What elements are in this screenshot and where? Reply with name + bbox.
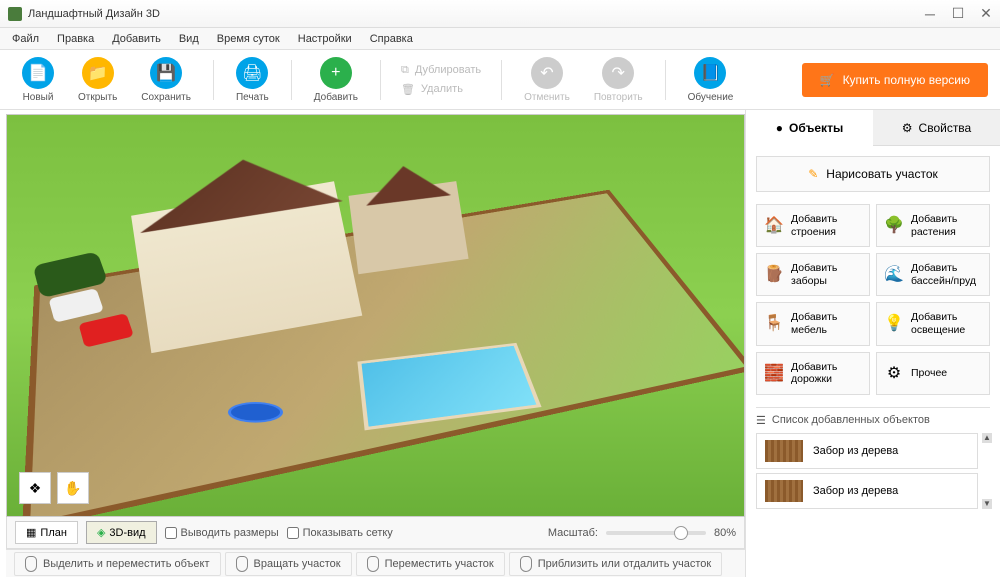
scroll-down-icon[interactable]: ▼: [982, 499, 992, 509]
draw-plot-button[interactable]: ✎Нарисовать участок: [756, 156, 990, 192]
scale-label: Масштаб:: [548, 527, 598, 539]
lamp-icon: 💡: [883, 313, 905, 335]
select-tool[interactable]: Выделить и переместить объект: [14, 552, 221, 576]
list-item[interactable]: Забор из дерева: [756, 473, 978, 509]
redo-button[interactable]: ↷ Повторить: [584, 53, 653, 107]
list-item[interactable]: Забор из дерева: [756, 433, 978, 469]
redo-icon: ↷: [602, 57, 634, 89]
fence-thumbnail: [765, 440, 803, 462]
maximize-button[interactable]: ☐: [952, 8, 964, 20]
pencil-icon: ✎: [808, 167, 818, 181]
view-options-bar: ▦План ◈3D-вид Выводить размеры Показыват…: [6, 517, 745, 549]
menu-help[interactable]: Справка: [362, 30, 421, 48]
3d-view-button[interactable]: ◈3D-вид: [86, 521, 157, 544]
bricks-icon: 🧱: [763, 362, 785, 384]
cart-icon: 🛒: [820, 73, 835, 87]
print-button[interactable]: 🖨 Печать: [226, 53, 279, 107]
titlebar: Ландшафтный Дизайн 3D ─ ☐ ✕: [0, 0, 1000, 28]
menu-time[interactable]: Время суток: [209, 30, 288, 48]
close-button[interactable]: ✕: [980, 8, 992, 20]
menu-add[interactable]: Добавить: [104, 30, 169, 48]
add-button[interactable]: + Добавить: [304, 53, 368, 107]
tab-objects[interactable]: ●Объекты: [746, 110, 873, 146]
plus-icon: +: [320, 57, 352, 89]
chair-icon: 🪑: [763, 313, 785, 335]
status-bar: Выделить и переместить объект Вращать уч…: [6, 549, 745, 577]
scale-slider[interactable]: [606, 531, 706, 535]
tab-properties[interactable]: ⚙Свойства: [873, 110, 1000, 146]
minimize-button[interactable]: ─: [924, 8, 936, 20]
fence-icon: 🪵: [763, 264, 785, 286]
toolbar: 📄 Новый 📁 Открыть 💾 Сохранить 🖨 Печать +…: [0, 50, 1000, 110]
open-button[interactable]: 📁 Открыть: [68, 53, 127, 107]
list-scrollbar[interactable]: ▲ ▼: [982, 433, 992, 509]
book-icon: 📘: [694, 57, 726, 89]
orbit-button[interactable]: ❖: [19, 472, 51, 504]
menu-view[interactable]: Вид: [171, 30, 207, 48]
3d-viewport[interactable]: ❖ ✋: [6, 114, 745, 517]
menubar: Файл Правка Добавить Вид Время суток Нас…: [0, 28, 1000, 50]
show-sizes-checkbox[interactable]: Выводить размеры: [165, 527, 279, 539]
gear-icon: ⚙: [902, 121, 913, 135]
cube-icon: ◈: [97, 526, 105, 539]
other-button[interactable]: ⚙Прочее: [876, 352, 990, 395]
add-plants-button[interactable]: 🌳Добавить растения: [876, 204, 990, 247]
mouse-icon: [236, 556, 248, 572]
add-fences-button[interactable]: 🪵Добавить заборы: [756, 253, 870, 296]
printer-icon: 🖨: [236, 57, 268, 89]
plan-icon: ▦: [26, 526, 36, 539]
rotate-tool[interactable]: Вращать участок: [225, 552, 352, 576]
new-button[interactable]: 📄 Новый: [12, 53, 64, 107]
tutorial-button[interactable]: 📘 Обучение: [678, 53, 744, 107]
plan-view-button[interactable]: ▦План: [15, 521, 78, 544]
objects-list: Забор из дерева Забор из дерева ▲ ▼: [756, 433, 990, 509]
window-title: Ландшафтный Дизайн 3D: [28, 8, 160, 20]
buy-button[interactable]: 🛒 Купить полную версию: [802, 63, 988, 97]
menu-file[interactable]: Файл: [4, 30, 47, 48]
mouse-icon: [25, 556, 37, 572]
undo-button[interactable]: ↶ Отменить: [514, 53, 580, 107]
object-category-grid: 🏠Добавить строения 🌳Добавить растения 🪵Д…: [756, 204, 990, 395]
folder-icon: 📁: [82, 57, 114, 89]
mouse-icon: [367, 556, 379, 572]
add-lighting-button[interactable]: 💡Добавить освещение: [876, 302, 990, 345]
objects-icon: ●: [776, 121, 783, 135]
duplicate-button[interactable]: ⧉Дублировать: [393, 62, 489, 79]
menu-settings[interactable]: Настройки: [290, 30, 360, 48]
move-tool[interactable]: Переместить участок: [356, 552, 505, 576]
undo-icon: ↶: [531, 57, 563, 89]
add-paths-button[interactable]: 🧱Добавить дорожки: [756, 352, 870, 395]
add-pool-button[interactable]: 🌊Добавить бассейн/пруд: [876, 253, 990, 296]
house-icon: 🏠: [763, 215, 785, 237]
copy-icon: ⧉: [401, 64, 409, 77]
scroll-up-icon[interactable]: ▲: [982, 433, 992, 443]
menu-edit[interactable]: Правка: [49, 30, 102, 48]
scale-value: 80%: [714, 527, 736, 539]
misc-icon: ⚙: [883, 362, 905, 384]
save-button[interactable]: 💾 Сохранить: [131, 53, 201, 107]
pool-icon: 🌊: [883, 264, 905, 286]
sidebar: ●Объекты ⚙Свойства ✎Нарисовать участок 🏠…: [745, 110, 1000, 577]
trash-icon: 🗑: [401, 83, 415, 96]
disk-icon: 💾: [150, 57, 182, 89]
objects-list-header: ☰Список добавленных объектов: [756, 407, 990, 433]
tree-icon: 🌳: [883, 215, 905, 237]
app-logo-icon: [8, 7, 22, 21]
delete-button[interactable]: 🗑Удалить: [393, 81, 489, 98]
show-grid-checkbox[interactable]: Показывать сетку: [287, 527, 393, 539]
add-buildings-button[interactable]: 🏠Добавить строения: [756, 204, 870, 247]
fence-thumbnail: [765, 480, 803, 502]
zoom-tool[interactable]: Приблизить или отдалить участок: [509, 552, 722, 576]
layers-icon: ☰: [756, 414, 766, 427]
file-icon: 📄: [22, 57, 54, 89]
scene-render: [7, 115, 744, 516]
pan-button[interactable]: ✋: [57, 472, 89, 504]
add-furniture-button[interactable]: 🪑Добавить мебель: [756, 302, 870, 345]
mouse-icon: [520, 556, 532, 572]
